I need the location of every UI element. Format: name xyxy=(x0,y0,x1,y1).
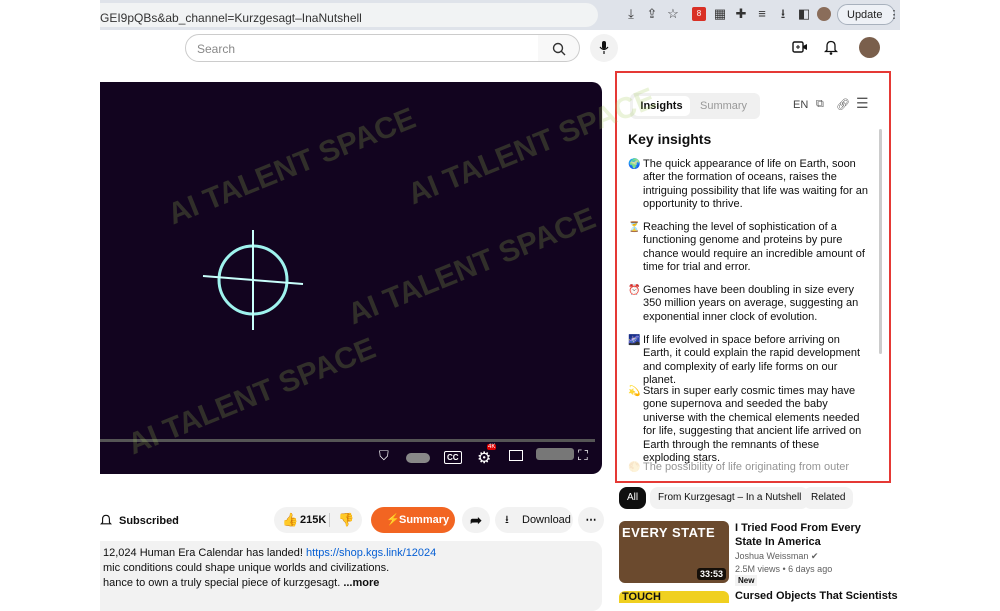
subscribed-label: Subscribed xyxy=(119,515,179,527)
divider xyxy=(329,513,330,527)
tab-summary[interactable]: Summary xyxy=(700,96,747,116)
video-duration: 33:53 xyxy=(696,568,726,580)
video-player[interactable]: ⛉ CC ⚙ 4K ⛶ xyxy=(100,82,602,474)
reading-list-icon[interactable]: ≡ xyxy=(755,7,769,21)
dizzy-star-icon: 💫 xyxy=(628,386,641,397)
search-input[interactable]: Search xyxy=(185,34,539,62)
video-thumbnail[interactable]: TOUCH xyxy=(619,591,729,603)
more-horizontal-icon: ⋯ xyxy=(585,514,597,526)
description-line-3: hance to own a truly special piece of ku… xyxy=(103,577,341,589)
bell-icon xyxy=(100,514,112,525)
thumbs-down-icon[interactable]: 👎 xyxy=(338,507,354,533)
like-count[interactable]: 215K xyxy=(300,507,326,533)
insights-panel: Insights Summary EN ⧉ 🔗︎ ☰ Key insights … xyxy=(615,71,891,483)
theater-mode-icon[interactable] xyxy=(536,448,574,460)
puzzle-extensions-icon[interactable]: ✚ xyxy=(734,7,748,21)
side-panel-icon[interactable]: ◧ xyxy=(797,7,811,21)
quality-badge: 4K xyxy=(487,444,497,450)
microphone-icon xyxy=(599,41,609,54)
search-placeholder: Search xyxy=(197,42,236,56)
browser-toolbar: GEI9pQBs&ab_channel=Kurzgesagt–InaNutshe… xyxy=(100,0,900,30)
globe-icon: 🌍 xyxy=(628,159,641,170)
share-icon[interactable]: ⇪ xyxy=(645,7,659,21)
search-button[interactable] xyxy=(538,34,580,62)
update-button[interactable]: Update ⋮ xyxy=(837,4,899,25)
share-button[interactable]: ➦ xyxy=(462,507,490,533)
tab-insights[interactable]: Insights xyxy=(633,96,690,116)
thumbs-up-icon[interactable]: 👍 xyxy=(282,507,298,533)
voice-search-button[interactable] xyxy=(590,34,618,62)
hourglass-icon: ⏳ xyxy=(628,222,641,233)
summary-button-label: Summary xyxy=(399,514,450,526)
subscribed-button[interactable]: Subscribed ⌄ xyxy=(100,509,190,531)
address-bar[interactable]: GEI9pQBs&ab_channel=Kurzgesagt–InaNutshe… xyxy=(100,3,598,27)
galaxy-icon: 🌌 xyxy=(628,335,641,346)
thumbnail-text: TOUCH xyxy=(622,591,661,603)
chevron-down-icon: ⌄ xyxy=(172,512,181,523)
thumbnail-text: EVERY STATE xyxy=(622,525,716,540)
video-description[interactable]: 12,024 Human Era Calendar has landed! ht… xyxy=(100,541,602,611)
channel-name[interactable]: Joshua Weissman ✔ xyxy=(735,551,818,562)
insight-item: ⏳ Reaching the level of sophistication o… xyxy=(628,221,865,274)
download-label: Download xyxy=(522,514,571,526)
install-icon[interactable]: ⤓ xyxy=(624,7,638,21)
grid-extension-icon[interactable]: ▦ xyxy=(713,7,727,21)
cosmic-cross-graphic xyxy=(202,230,304,330)
insight-item: 🌌 If life evolved in space before arrivi… xyxy=(628,334,861,387)
summary-button[interactable]: ⚡ Summary xyxy=(371,507,455,533)
url-text: GEI9pQBs&ab_channel=Kurzgesagt–InaNutshe… xyxy=(100,11,362,25)
share-arrow-icon: ➦ xyxy=(470,512,482,528)
language-selector[interactable]: EN xyxy=(793,99,808,111)
verified-check-icon: ✔ xyxy=(810,551,819,561)
like-dislike-group: 👍 215K 👎 xyxy=(274,507,362,533)
download-icon: ⭳ xyxy=(505,514,509,526)
description-line-2: mic conditions could shape unique worlds… xyxy=(103,562,390,574)
chip-from-channel[interactable]: From Kurzgesagt – In a Nutshell xyxy=(650,487,810,509)
search-icon xyxy=(552,42,566,56)
profile-avatar[interactable] xyxy=(817,7,831,21)
new-badge: New xyxy=(735,575,758,586)
autoplay-toggle[interactable] xyxy=(406,453,430,463)
panel-title: Key insights xyxy=(628,131,712,147)
moon-icon: 🌕 xyxy=(628,462,641,473)
copy-icon[interactable]: ⧉ xyxy=(816,98,824,111)
settings-gear-icon[interactable]: ⚙ xyxy=(477,448,491,468)
panel-scrollbar[interactable] xyxy=(879,129,882,354)
captions-button[interactable]: CC xyxy=(444,451,462,464)
video-thumbnail[interactable]: EVERY STATE 33:53 xyxy=(619,521,729,583)
more-actions-button[interactable]: ⋯ xyxy=(578,507,604,533)
panel-tabs: Insights Summary xyxy=(630,93,760,119)
lightning-icon: ⚡ xyxy=(386,514,400,526)
account-avatar[interactable] xyxy=(859,37,880,58)
menu-icon[interactable]: ☰ xyxy=(856,95,869,112)
create-video-icon[interactable] xyxy=(792,40,808,59)
shop-link[interactable]: https://shop.kgs.link/12024 xyxy=(306,547,436,559)
download-button[interactable]: ⭳ Download xyxy=(495,507,573,533)
sponsor-shield-icon[interactable]: ⛉ xyxy=(379,448,389,464)
insight-item: 🌍 The quick appearance of life on Earth,… xyxy=(628,158,869,211)
description-line-1: 12,024 Human Era Calendar has landed! xyxy=(103,547,303,559)
fullscreen-icon[interactable]: ⛶ xyxy=(578,447,588,464)
alarm-clock-icon: ⏰ xyxy=(628,285,641,296)
show-more-link[interactable]: ...more xyxy=(343,577,379,589)
video-progress-bar[interactable] xyxy=(100,439,595,442)
extension-badge-icon[interactable]: 8 xyxy=(692,7,706,21)
download-icon[interactable]: ⭳ xyxy=(776,7,790,21)
video-meta: 2.5M views • 6 days ago xyxy=(735,564,833,574)
insight-item: ⏰ Genomes have been doubling in size eve… xyxy=(628,284,859,323)
bookmark-star-icon[interactable]: ☆ xyxy=(666,7,680,21)
chip-related[interactable]: Related xyxy=(803,487,854,509)
video-title[interactable]: I Tried Food From Every State In America xyxy=(735,521,875,549)
insight-item: 🌕 The possibility of life originating fr… xyxy=(628,461,850,473)
video-title[interactable]: Cursed Objects That Scientists xyxy=(735,590,898,602)
link-icon[interactable]: 🔗︎ xyxy=(836,98,850,111)
insight-item: 💫 Stars in super early cosmic times may … xyxy=(628,385,862,465)
chip-all[interactable]: All xyxy=(619,487,647,509)
notifications-bell-icon[interactable] xyxy=(823,39,839,60)
miniplayer-icon[interactable] xyxy=(509,450,523,461)
